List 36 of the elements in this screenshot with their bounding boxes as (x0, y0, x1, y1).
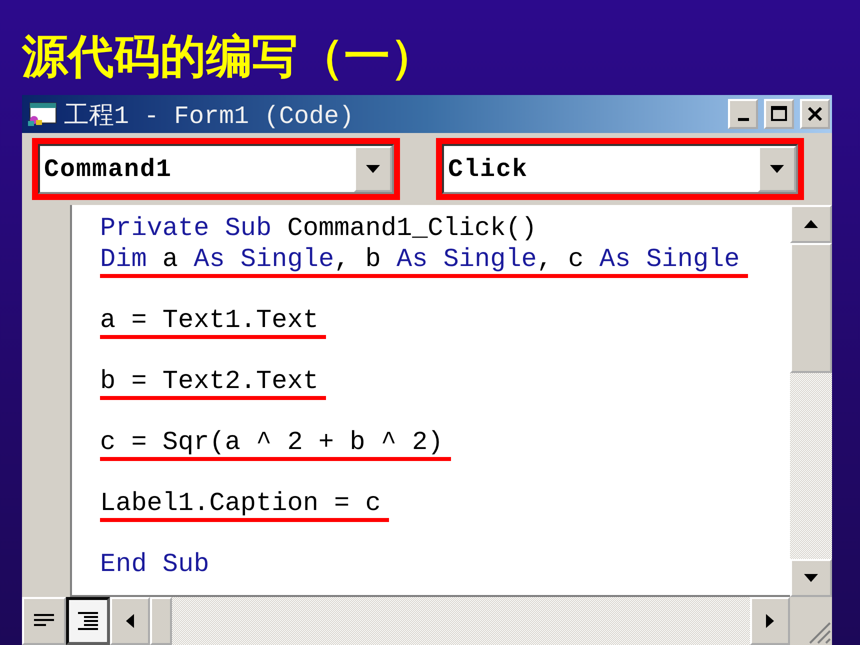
code-line: a = Text1.Text (100, 304, 326, 339)
maximize-button[interactable] (764, 99, 794, 129)
scroll-left-button[interactable] (110, 597, 150, 645)
scroll-thumb[interactable] (790, 243, 832, 373)
caret-icon (365, 164, 381, 174)
code-line: Dim a As Single, b As Single, c As Single (100, 244, 748, 278)
window-icon (26, 101, 58, 127)
down-arrow-icon (803, 573, 819, 583)
scroll-thumb[interactable] (150, 597, 172, 645)
slide-title: 源代码的编写（一） (22, 28, 436, 84)
dropdown[interactable]: Command1 (38, 144, 394, 194)
code-line: b = Text2.Text (100, 366, 326, 400)
horizontal-scrollbar[interactable] (110, 597, 790, 645)
lines-icon (75, 610, 101, 632)
left-arrow-icon (125, 613, 135, 629)
code-editor[interactable]: Private Sub Command1_Click() Dim a As Single, b As Single, c As Single a = Text1.Text b = Text2.Text c = Sqr(a ^ 2 + b ^ 2) Label1.Caption = c End Sub (72, 205, 790, 597)
vertical-scrollbar[interactable] (790, 205, 832, 597)
module-view-button[interactable] (66, 597, 110, 645)
scroll-down-button[interactable] (790, 559, 832, 597)
up-arrow-icon (803, 219, 819, 229)
code-line: Label1.Caption = c (100, 488, 389, 522)
scroll-up-button[interactable] (790, 205, 832, 243)
close-icon (805, 104, 825, 124)
maximize-icon (769, 104, 789, 124)
minimize-button[interactable] (728, 99, 758, 129)
caret-icon (769, 164, 785, 174)
code-line: End Sub (100, 548, 210, 579)
window-title: 工程1 - Form1 (Code) (64, 100, 356, 130)
code-line: c = Sqr(a ^ 2 + b ^ 2) (100, 426, 452, 461)
minimize-icon (738, 118, 748, 120)
close-button[interactable] (800, 99, 830, 129)
right-arrow-icon (765, 613, 775, 629)
scroll-right-button[interactable] (750, 597, 790, 645)
procedure-view-button[interactable] (22, 597, 66, 645)
code-line: Private Sub Command1_Click() (100, 213, 537, 244)
dropdown[interactable]: Click (442, 144, 798, 194)
